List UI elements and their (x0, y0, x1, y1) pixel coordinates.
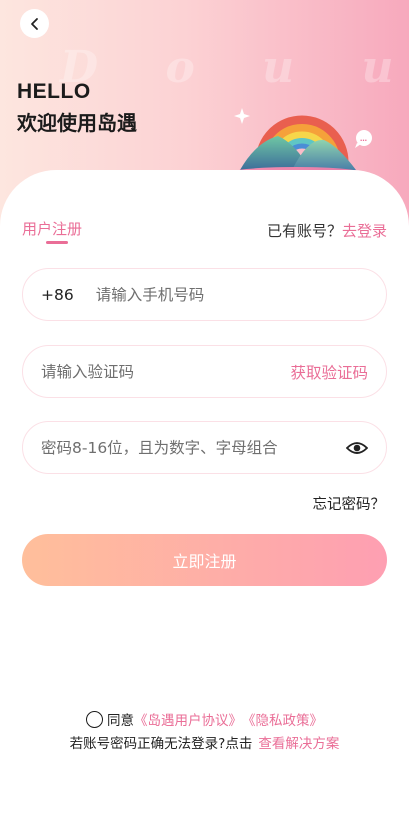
sparkle-icon (234, 108, 250, 124)
verification-code-input[interactable] (41, 362, 291, 381)
code-field: 获取验证码 (22, 345, 387, 398)
phone-input[interactable] (95, 285, 368, 304)
country-code[interactable]: +86 (41, 286, 74, 304)
login-link[interactable]: 去登录 (342, 222, 387, 240)
back-button[interactable] (20, 9, 49, 38)
register-button[interactable]: 立即注册 (22, 534, 387, 586)
password-input[interactable] (41, 438, 346, 457)
agreement-row: 同意 《岛遇用户协议》 《隐私政策》 (0, 709, 409, 729)
get-code-button[interactable]: 获取验证码 (290, 361, 368, 383)
password-field (22, 421, 387, 474)
login-help-row: 若账号密码正确无法登录?点击 查看解决方案 (0, 732, 409, 752)
privacy-policy-link[interactable]: 《隐私政策》 (242, 709, 323, 729)
help-text: 若账号密码正确无法登录?点击 (69, 736, 253, 752)
svg-text:…: … (360, 135, 367, 143)
welcome-heading: 欢迎使用岛遇 (17, 111, 137, 135)
chevron-left-icon (30, 17, 38, 30)
have-account-label: 已有账号？ (266, 222, 342, 240)
hello-heading: HELLO (17, 80, 91, 103)
agree-radio[interactable] (86, 710, 103, 728)
user-agreement-link[interactable]: 《岛遇用户协议》 (134, 709, 242, 729)
eye-icon[interactable] (346, 440, 368, 456)
solution-link[interactable]: 查看解决方案 (258, 732, 339, 752)
tab-active-indicator (46, 241, 68, 244)
have-account-prompt: 已有账号？去登录 (267, 220, 387, 241)
phone-field: +86 (22, 268, 387, 321)
forgot-password-link[interactable]: 忘记密码？ (313, 493, 386, 514)
tab-register[interactable]: 用户注册 (22, 218, 82, 239)
agree-prefix: 同意 (107, 713, 134, 729)
